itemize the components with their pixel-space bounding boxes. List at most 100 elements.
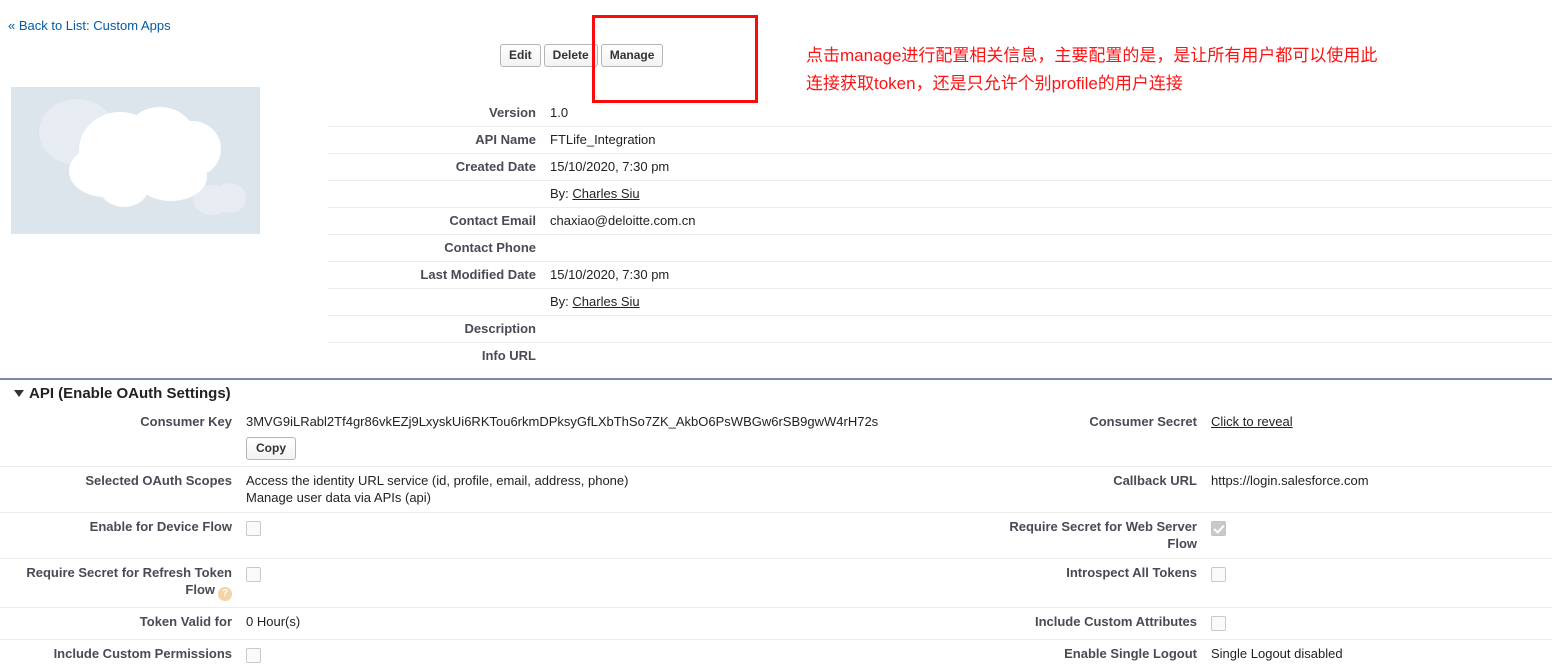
- introspect-tokens-checkbox[interactable]: [1211, 566, 1226, 582]
- consumer-key-cell: Consumer Key 3MVG9iLRabl2Tf4gr86vkEZj9Lx…: [0, 408, 1000, 467]
- created-by-prefix: By:: [550, 186, 573, 201]
- introspect-tokens-value: [1205, 564, 1552, 582]
- connected-app-detail-page: « Back to List: Custom Apps Edit Delete …: [0, 0, 1552, 666]
- custom-permissions-cell: Include Custom Permissions: [0, 640, 1000, 666]
- refresh-token-flow-cell: Require Secret for Refresh Token Flow?: [0, 559, 1000, 608]
- consumer-secret-cell: Consumer Secret Click to reveal: [1000, 408, 1552, 467]
- refresh-token-flow-label: Require Secret for Refresh Token Flow?: [0, 564, 240, 601]
- detail-row-info-url: Info URL: [328, 343, 1552, 369]
- consumer-secret-label: Consumer Secret: [1089, 414, 1197, 429]
- detail-row-contact-email: Contact Email chaxiao@deloitte.com.cn: [328, 208, 1552, 235]
- edit-button[interactable]: Edit: [500, 44, 541, 67]
- api-section-title: API (Enable OAuth Settings): [29, 385, 231, 402]
- annotation-text: 点击manage进行配置相关信息，主要配置的是，是让所有用户都可以使用此 连接获…: [806, 46, 1378, 93]
- info-url-label: Info URL: [481, 348, 536, 363]
- oauth-scope-item: Manage user data via APIs (api): [246, 490, 431, 505]
- section-divider: [0, 378, 1552, 380]
- description-label: Description: [464, 321, 536, 336]
- introspect-tokens-cell: Introspect All Tokens: [1000, 559, 1552, 608]
- oauth-row-scopes: Selected OAuth Scopes Access the identit…: [0, 467, 1552, 513]
- oauth-row-consumer: Consumer Key 3MVG9iLRabl2Tf4gr86vkEZj9Lx…: [0, 408, 1552, 467]
- oauth-scopes-label: Selected OAuth Scopes: [85, 473, 232, 488]
- consumer-key-value-group: 3MVG9iLRabl2Tf4gr86vkEZj9LxyskUi6RKTou6r…: [240, 413, 1000, 460]
- device-flow-value: [240, 518, 1000, 536]
- oauth-scopes-value: Access the identity URL service (id, pro…: [240, 472, 1000, 506]
- api-name-label: API Name: [475, 132, 536, 147]
- device-flow-label: Enable for Device Flow: [89, 519, 232, 534]
- custom-permissions-label: Include Custom Permissions: [53, 646, 232, 661]
- info-url-value: [544, 343, 1552, 353]
- oauth-row-device-flow: Enable for Device Flow Require Secret fo…: [0, 513, 1552, 559]
- created-by-value: By: Charles Siu: [544, 181, 1552, 207]
- api-section-header: API (Enable OAuth Settings): [14, 385, 231, 402]
- modified-by-user-link[interactable]: Charles Siu: [572, 294, 639, 309]
- modified-by-label: [328, 289, 544, 299]
- callback-url-cell: Callback URL https://login.salesforce.co…: [1000, 467, 1552, 513]
- device-flow-cell: Enable for Device Flow: [0, 513, 1000, 559]
- contact-phone-value: [544, 235, 1552, 245]
- introspect-tokens-label: Introspect All Tokens: [1066, 565, 1197, 580]
- created-date-value: 15/10/2020, 7:30 pm: [550, 159, 670, 174]
- record-action-buttons: Edit Delete Manage: [500, 44, 664, 67]
- copy-consumer-key-button[interactable]: Copy: [246, 437, 296, 460]
- contact-email-value: chaxiao@deloitte.com.cn: [550, 213, 696, 228]
- single-logout-value: Single Logout disabled: [1211, 646, 1343, 661]
- custom-attributes-cell: Include Custom Attributes: [1000, 608, 1552, 640]
- detail-row-created-date: Created Date 15/10/2020, 7:30 pm: [328, 154, 1552, 181]
- consumer-key-value: 3MVG9iLRabl2Tf4gr86vkEZj9LxyskUi6RKTou6r…: [246, 414, 879, 429]
- oauth-row-refresh-token-flow: Require Secret for Refresh Token Flow? I…: [0, 559, 1552, 608]
- detail-row-last-modified-date: Last Modified Date 15/10/2020, 7:30 pm: [328, 262, 1552, 289]
- web-server-flow-label: Require Secret for Web Server Flow: [1009, 519, 1197, 551]
- detail-row-description: Description: [328, 316, 1552, 343]
- web-server-flow-value: [1205, 518, 1552, 536]
- device-flow-checkbox[interactable]: [246, 520, 261, 536]
- custom-permissions-checkbox[interactable]: [246, 647, 261, 663]
- created-by-user-link[interactable]: Charles Siu: [572, 186, 639, 201]
- refresh-token-flow-checkbox[interactable]: [246, 566, 261, 582]
- custom-attributes-label: Include Custom Attributes: [1034, 614, 1197, 629]
- oauth-scopes-cell: Selected OAuth Scopes Access the identit…: [0, 467, 1000, 513]
- description-value: [544, 316, 1552, 326]
- app-detail-fields: Version 1.0 API Name FTLife_Integration …: [328, 100, 1552, 369]
- single-logout-label: Enable Single Logout: [1064, 646, 1197, 661]
- click-to-reveal-link[interactable]: Click to reveal: [1211, 414, 1293, 429]
- app-logo: [11, 87, 260, 234]
- consumer-key-label: Consumer Key: [140, 414, 232, 429]
- last-modified-date-value: 15/10/2020, 7:30 pm: [550, 267, 670, 282]
- detail-row-api-name: API Name FTLife_Integration: [328, 127, 1552, 154]
- help-icon[interactable]: ?: [218, 587, 232, 601]
- oauth-settings-grid: Consumer Key 3MVG9iLRabl2Tf4gr86vkEZj9Lx…: [0, 408, 1552, 666]
- detail-row-created-by: By: Charles Siu: [328, 181, 1552, 208]
- refresh-token-flow-value: [240, 564, 1000, 582]
- token-valid-cell: Token Valid for 0 Hour(s): [0, 608, 1000, 640]
- detail-row-modified-by: By: Charles Siu: [328, 289, 1552, 316]
- detail-row-contact-phone: Contact Phone: [328, 235, 1552, 262]
- refresh-token-flow-label-text: Require Secret for Refresh Token Flow: [26, 565, 232, 597]
- detail-row-version: Version 1.0: [328, 100, 1552, 127]
- delete-button[interactable]: Delete: [543, 44, 598, 67]
- api-name-value: FTLife_Integration: [550, 132, 656, 147]
- manage-button[interactable]: Manage: [600, 44, 664, 67]
- contact-phone-label: Contact Phone: [444, 240, 536, 255]
- oauth-row-custom-permissions: Include Custom Permissions Enable Single…: [0, 640, 1552, 666]
- consumer-secret-value: Click to reveal: [1205, 413, 1552, 430]
- oauth-scope-item: Access the identity URL service (id, pro…: [246, 473, 629, 488]
- modified-by-prefix: By:: [550, 294, 573, 309]
- callback-url-label: Callback URL: [1113, 473, 1197, 488]
- web-server-flow-checkbox[interactable]: [1211, 520, 1226, 536]
- single-logout-cell: Enable Single Logout Single Logout disab…: [1000, 640, 1552, 666]
- contact-email-label: Contact Email: [449, 213, 536, 228]
- last-modified-date-label: Last Modified Date: [420, 267, 536, 282]
- version-value: 1.0: [550, 105, 569, 120]
- created-by-label: [328, 181, 544, 191]
- token-valid-value: 0 Hour(s): [246, 614, 301, 629]
- modified-by-value: By: Charles Siu: [544, 289, 1552, 315]
- web-server-flow-cell: Require Secret for Web Server Flow: [1000, 513, 1552, 559]
- custom-attributes-checkbox[interactable]: [1211, 615, 1226, 631]
- custom-permissions-value: [240, 645, 1000, 663]
- back-to-list-link[interactable]: « Back to List: Custom Apps: [8, 18, 171, 33]
- collapse-triangle-icon[interactable]: [14, 390, 24, 397]
- oauth-row-token-valid: Token Valid for 0 Hour(s) Include Custom…: [0, 608, 1552, 640]
- callback-url-value: https://login.salesforce.com: [1211, 473, 1369, 488]
- version-label: Version: [489, 105, 536, 120]
